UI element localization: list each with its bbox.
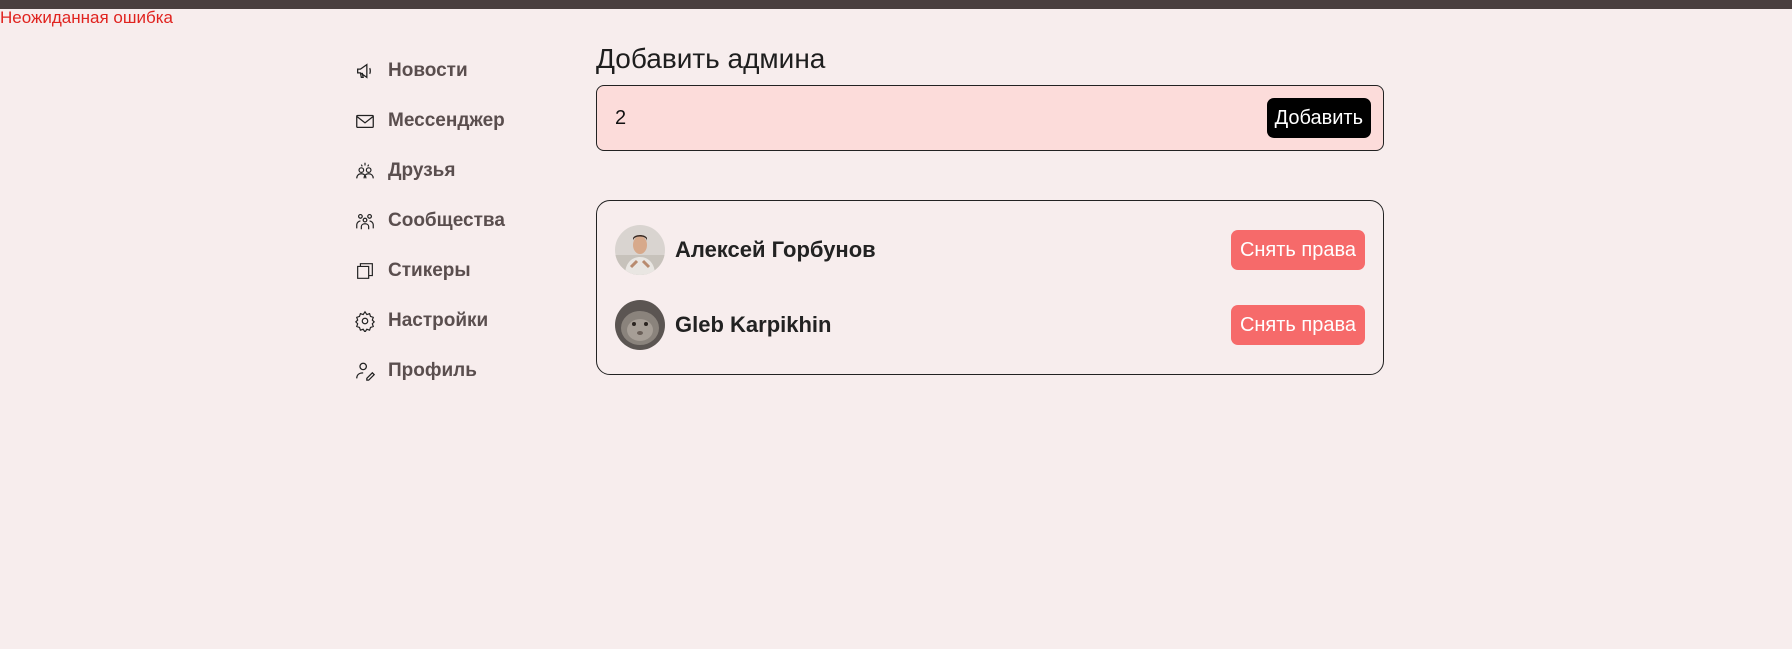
sidebar-item-news[interactable]: Новости — [354, 46, 574, 96]
gear-icon — [354, 310, 376, 332]
admin-row: Gleb Karpikhin Снять права — [615, 300, 1365, 350]
friends-icon — [354, 160, 376, 182]
sidebar-item-label: Новости — [388, 60, 468, 81]
sidebar-item-messenger[interactable]: Мессенджер — [354, 96, 574, 146]
megaphone-icon — [354, 60, 376, 82]
avatar[interactable] — [615, 225, 665, 275]
revoke-rights-button[interactable]: Снять права — [1230, 230, 1365, 270]
sidebar-item-communities[interactable]: Сообщества — [354, 196, 574, 246]
page-title: Добавить админа — [596, 43, 826, 74]
error-message: Неожиданная ошибка — [0, 8, 173, 27]
sidebar-item-label: Сообщества — [388, 210, 505, 231]
revoke-rights-button[interactable]: Снять права — [1230, 305, 1365, 345]
admin-name[interactable]: Gleb Karpikhin — [675, 312, 831, 338]
admin-name[interactable]: Алексей Горбунов — [675, 237, 876, 263]
community-icon — [354, 210, 376, 232]
avatar[interactable] — [615, 300, 665, 350]
sidebar: Новости Мессенджер Друзья Сообщества Сти… — [354, 46, 574, 396]
envelope-icon — [354, 110, 376, 132]
admin-id-input[interactable] — [613, 105, 1217, 131]
sidebar-item-stickers[interactable]: Стикеры — [354, 246, 574, 296]
main-content: Добавить админа Добавить Алексей Горбуно… — [596, 40, 1384, 375]
sticker-icon — [354, 260, 376, 282]
add-admin-form: Добавить — [596, 85, 1384, 151]
sidebar-item-label: Мессенджер — [388, 110, 505, 131]
sidebar-item-friends[interactable]: Друзья — [354, 146, 574, 196]
sidebar-item-label: Стикеры — [388, 260, 471, 281]
sidebar-item-settings[interactable]: Настройки — [354, 296, 574, 346]
profile-edit-icon — [354, 360, 376, 382]
sidebar-item-label: Настройки — [388, 310, 489, 331]
admin-row: Алексей Горбунов Снять права — [615, 225, 1365, 275]
add-admin-button[interactable]: Добавить — [1266, 98, 1371, 138]
top-bar — [0, 0, 1792, 9]
sidebar-item-label: Профиль — [388, 360, 477, 381]
admin-list: Алексей Горбунов Снять права Gleb Karpik… — [596, 200, 1384, 375]
sidebar-item-profile[interactable]: Профиль — [354, 346, 574, 396]
sidebar-item-label: Друзья — [388, 160, 456, 181]
